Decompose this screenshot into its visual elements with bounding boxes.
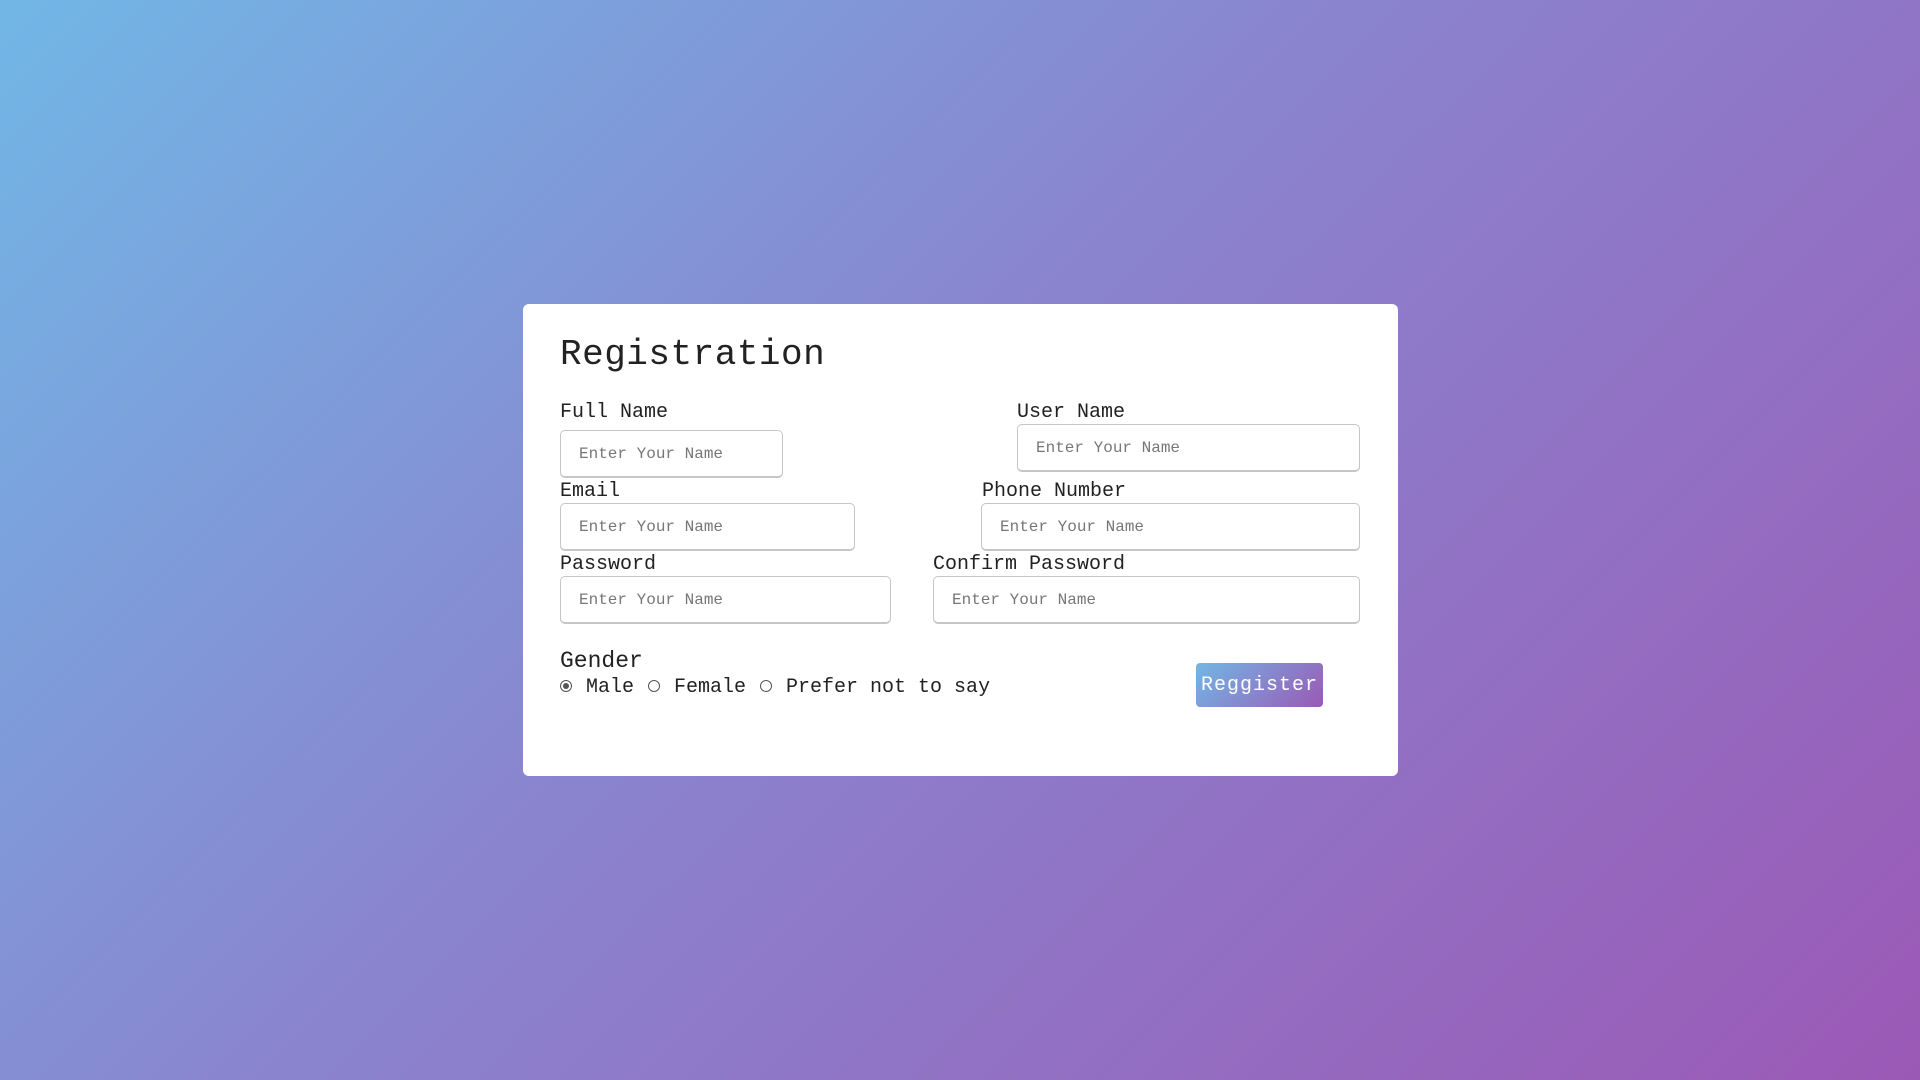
- phone-number-input[interactable]: [981, 503, 1360, 551]
- email-label: Email: [560, 480, 621, 503]
- gender-label-prefer-not[interactable]: Prefer not to say: [786, 676, 990, 699]
- password-input[interactable]: [560, 576, 891, 624]
- gender-label-female[interactable]: Female: [674, 676, 746, 699]
- full-name-label: Full Name: [560, 401, 669, 424]
- register-button[interactable]: Reggister: [1196, 663, 1323, 707]
- password-label: Password: [560, 553, 657, 576]
- confirm-password-input[interactable]: [933, 576, 1360, 624]
- phone-number-label: Phone Number: [982, 480, 1127, 503]
- email-input[interactable]: [560, 503, 855, 551]
- gender-radio-group: Male Female Prefer not to say: [560, 676, 1004, 699]
- gender-label-male[interactable]: Male: [586, 676, 634, 699]
- confirm-password-label: Confirm Password: [933, 553, 1126, 576]
- gender-radio-male[interactable]: [560, 679, 572, 692]
- registration-card: Registration Full Name User Name Email P…: [523, 304, 1398, 776]
- gender-radio-female[interactable]: [648, 679, 661, 692]
- user-name-label: User Name: [1017, 401, 1126, 424]
- user-name-input[interactable]: [1017, 424, 1360, 472]
- form-title: Registration: [560, 334, 826, 375]
- gender-radio-prefer-not[interactable]: [760, 679, 773, 692]
- full-name-input[interactable]: [560, 430, 783, 478]
- gender-title: Gender: [560, 648, 643, 674]
